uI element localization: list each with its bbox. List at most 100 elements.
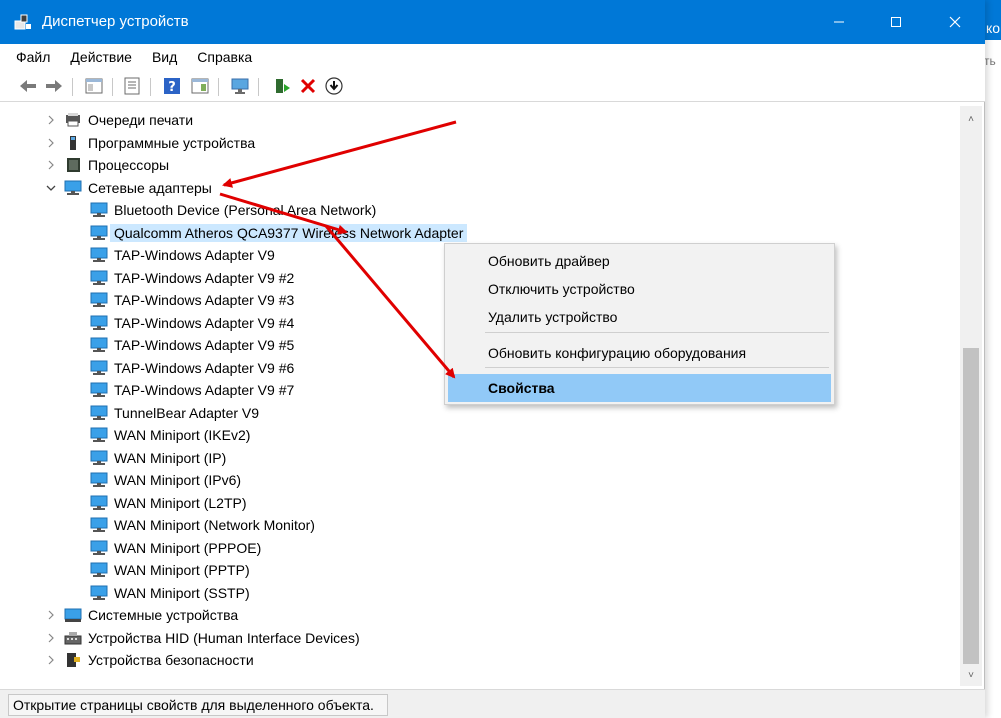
network-adapter-icon [90, 202, 108, 217]
chevron-up-icon: ˄ [968, 113, 974, 125]
console-tree-icon[interactable] [84, 76, 104, 96]
chevron-right-icon[interactable] [44, 631, 58, 645]
chevron-down-icon[interactable] [44, 181, 58, 195]
chevron-right-icon[interactable] [44, 608, 58, 622]
tree-item-label: TAP-Windows Adapter V9 #5 [114, 337, 295, 353]
device-manager-app-icon [14, 14, 31, 30]
tree-category-item[interactable]: Сетевые адаптеры [44, 177, 212, 199]
tree-device-item[interactable]: WAN Miniport (Network Monitor) [90, 514, 315, 536]
chevron-right-icon[interactable] [44, 653, 58, 667]
security-device-icon [67, 653, 80, 667]
close-button[interactable] [932, 0, 978, 44]
tree-item-label: WAN Miniport (SSTP) [114, 584, 250, 601]
network-adapter-icon [64, 180, 82, 195]
scan-hardware-icon[interactable] [230, 76, 250, 96]
help-icon[interactable]: ? [162, 76, 182, 96]
menu-file[interactable]: Файл [16, 49, 50, 65]
update-driver-menu-item[interactable]: Обновить драйвер [448, 247, 831, 275]
tree-category-item[interactable]: Программные устройства [44, 132, 255, 154]
uninstall-device-menu-item[interactable]: Удалить устройство [448, 303, 831, 331]
tree-device-item[interactable]: WAN Miniport (L2TP) [90, 492, 247, 514]
disable-device-menu-item[interactable]: Отключить устройство [448, 275, 831, 303]
tree-device-item[interactable]: TAP-Windows Adapter V9 [90, 244, 275, 266]
tree-category-item[interactable]: Процессоры [44, 154, 169, 176]
menu-help[interactable]: Справка [197, 49, 252, 65]
tree-device-item[interactable]: WAN Miniport (IP) [90, 447, 226, 469]
network-adapter-icon [90, 405, 108, 420]
network-adapter-icon [90, 292, 108, 307]
minimize-button[interactable] [816, 0, 862, 44]
network-adapter-icon [90, 495, 108, 510]
tree-item-label: Очереди печати [88, 112, 194, 128]
tree-item-label: WAN Miniport (IP) [114, 449, 227, 466]
network-adapter-icon [90, 540, 108, 555]
print-queue-icon [66, 113, 80, 127]
network-adapter-icon [90, 472, 108, 487]
properties-menu-item[interactable]: Свойства [448, 374, 831, 402]
network-adapter-icon [90, 360, 108, 375]
network-adapter-icon [90, 225, 108, 240]
tree-device-item[interactable]: Qualcomm Atheros QCA9377 Wireless Networ… [90, 222, 468, 244]
tree-device-item[interactable]: TAP-Windows Adapter V9 #5 [90, 334, 294, 356]
maximize-button[interactable] [873, 0, 919, 44]
chevron-right-icon[interactable] [44, 158, 58, 172]
network-adapter-icon [90, 337, 108, 352]
tree-item-label: TAP-Windows Adapter V9 #2 [114, 269, 295, 286]
update-driver-icon[interactable] [272, 76, 292, 96]
back-arrow-icon[interactable] [18, 76, 38, 96]
tree-category-item[interactable]: Устройства HID (Human Interface Devices) [44, 627, 360, 649]
scroll-down-button[interactable]: ˅ [960, 666, 982, 684]
menu-view[interactable]: Вид [152, 49, 177, 65]
tree-item-label: Bluetooth Device (Personal Area Network) [114, 202, 377, 218]
tree-device-item[interactable]: TAP-Windows Adapter V9 #6 [90, 357, 294, 379]
uninstall-device-icon[interactable] [298, 76, 318, 96]
menu-separator [485, 367, 829, 368]
tree-device-item[interactable]: TAP-Windows Adapter V9 #4 [90, 312, 294, 334]
network-adapter-icon [90, 517, 108, 532]
tree-item-label: Сетевые адаптеры [88, 179, 212, 196]
tree-device-item[interactable]: WAN Miniport (PPPOE) [90, 537, 261, 559]
title-bar[interactable]: Диспетчер устройств [0, 0, 985, 44]
tree-device-item[interactable]: TAP-Windows Adapter V9 #2 [90, 267, 294, 289]
tree-device-item[interactable]: WAN Miniport (PPTP) [90, 559, 250, 581]
tree-device-item[interactable]: TAP-Windows Adapter V9 #7 [90, 379, 294, 401]
network-adapter-icon [90, 450, 108, 465]
tree-item-label: Qualcomm Atheros QCA9377 Wireless Networ… [110, 223, 468, 242]
tree-device-item[interactable]: WAN Miniport (SSTP) [90, 582, 250, 604]
vertical-scrollbar[interactable]: ˄ ˅ [960, 106, 982, 686]
chevron-right-icon[interactable] [44, 113, 58, 127]
tree-device-item[interactable]: TunnelBear Adapter V9 [90, 402, 259, 424]
tree-item-label: Процессоры [88, 157, 170, 173]
status-text: Открытие страницы свойств для выделенног… [8, 694, 388, 716]
software-device-icon [70, 135, 76, 150]
scroll-up-button[interactable]: ˄ [960, 110, 982, 128]
tree-item-label: WAN Miniport (PPTP) [114, 562, 250, 578]
tree-item-label: WAN Miniport (IPv6) [114, 472, 242, 488]
forward-arrow-icon[interactable] [44, 76, 64, 96]
tree-device-item[interactable]: WAN Miniport (IKEv2) [90, 424, 250, 446]
tree-category-item[interactable]: Устройства безопасности [44, 649, 254, 671]
scroll-thumb[interactable] [963, 348, 979, 664]
tree-device-item[interactable]: TAP-Windows Adapter V9 #3 [90, 289, 294, 311]
network-adapter-icon [90, 315, 108, 330]
svg-text:?: ? [168, 80, 176, 95]
tree-device-item[interactable]: WAN Miniport (IPv6) [90, 469, 241, 491]
properties-icon[interactable] [122, 76, 142, 96]
tree-category-item[interactable]: Очереди печати [44, 109, 193, 131]
chevron-right-icon[interactable] [44, 136, 58, 150]
menu-separator [485, 332, 829, 333]
hid-device-icon [64, 631, 82, 644]
tree-item-label: WAN Miniport (L2TP) [114, 494, 247, 511]
tree-device-item[interactable]: Bluetooth Device (Personal Area Network) [90, 199, 376, 221]
tree-item-label: Программные устройства [88, 134, 256, 151]
scan-hardware-menu-item[interactable]: Обновить конфигурацию оборудования [448, 339, 831, 367]
network-adapter-icon [90, 585, 108, 600]
tree-category-item[interactable]: Системные устройства [44, 604, 238, 626]
tree-item-label: WAN Miniport (PPPOE) [114, 539, 262, 556]
enable-device-icon[interactable] [324, 76, 344, 96]
network-adapter-icon [90, 427, 108, 442]
tree-item-label: Системные устройства [88, 607, 239, 623]
menu-action[interactable]: Действие [70, 49, 132, 65]
menu-bar: Файл Действие Вид Справка [0, 44, 985, 70]
action-pane-icon[interactable] [190, 76, 210, 96]
